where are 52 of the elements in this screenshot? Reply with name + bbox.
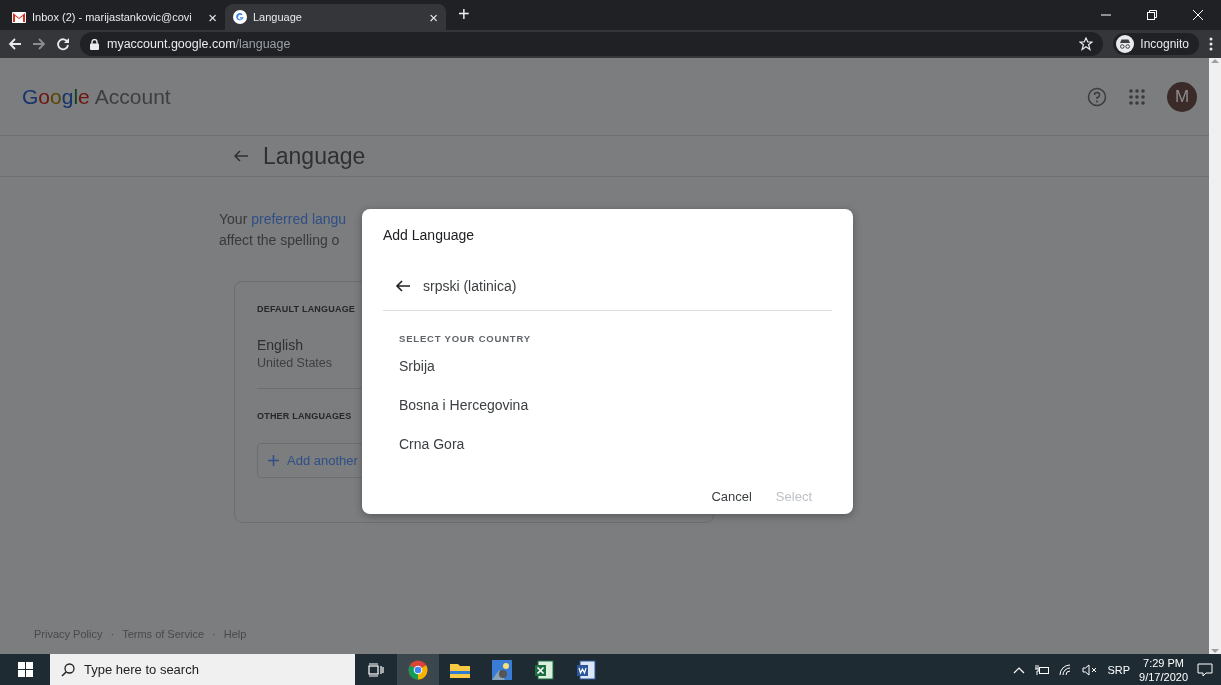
taskbar-clock[interactable]: 7:29 PM 9/17/2020	[1139, 655, 1188, 684]
incognito-icon	[1116, 35, 1135, 53]
back-arrow-icon[interactable]	[395, 278, 411, 293]
url-host: myaccount.google.com	[107, 37, 236, 51]
section-label: OTHER LANGUAGES	[257, 411, 352, 421]
reload-icon[interactable]	[56, 37, 70, 51]
account-label: Account	[94, 84, 171, 109]
kebab-menu-icon[interactable]	[1209, 37, 1213, 51]
document-app-icon[interactable]	[576, 659, 596, 680]
taskbar-search-field[interactable]: Type here to search	[50, 654, 355, 685]
folder-icon[interactable]	[450, 661, 470, 678]
lock-icon	[90, 38, 99, 50]
browser-tab[interactable]: Inbox (2) - marijastankovic@covi ×	[4, 4, 225, 30]
new-tab-button[interactable]: +	[458, 3, 470, 26]
separator-dot: ·	[212, 628, 216, 640]
battery-icon[interactable]	[1034, 663, 1051, 676]
muted-speaker-icon[interactable]	[1082, 663, 1099, 676]
mail-icon	[12, 11, 26, 23]
cancel-button[interactable]: Cancel	[701, 481, 762, 512]
help-icon[interactable]	[1087, 86, 1107, 107]
close-tab-button[interactable]: ×	[208, 8, 217, 26]
taskbar-app[interactable]	[397, 654, 439, 685]
plus-icon	[268, 455, 279, 466]
input-language[interactable]: SRP	[1107, 663, 1131, 676]
dialog-title: Add Language	[383, 227, 476, 243]
photo-app-icon[interactable]	[492, 659, 512, 680]
section-label: DEFAULT LANGUAGE	[257, 304, 356, 314]
section-label: SELECT YOUR COUNTRY	[399, 333, 532, 344]
separator-dot: ·	[110, 628, 115, 640]
windows-logo-icon[interactable]	[17, 662, 33, 677]
language-region: United States	[257, 356, 333, 370]
apps-grid-icon[interactable]	[1129, 88, 1145, 105]
close-tab-button[interactable]: ×	[429, 8, 438, 26]
chrome-icon[interactable]	[408, 659, 428, 680]
spreadsheet-app-icon[interactable]	[534, 659, 554, 680]
selected-language: srpski (latinica)	[423, 277, 517, 294]
forward-arrow-icon[interactable]	[32, 37, 46, 51]
incognito-profile-button[interactable]: Incognito	[1113, 33, 1199, 55]
account-avatar[interactable]: M	[1167, 81, 1197, 112]
url-path: /language	[235, 37, 291, 51]
chevron-up-icon[interactable]	[1013, 665, 1026, 674]
address-bar[interactable]: myaccount.google.com/language	[80, 32, 1104, 56]
task-view-icon[interactable]	[368, 662, 384, 677]
star-icon[interactable]	[1079, 37, 1094, 51]
browser-tab[interactable]: Language ×	[225, 4, 446, 30]
country-option[interactable]: Srbija	[383, 346, 832, 385]
google-g-icon	[233, 10, 247, 24]
country-option[interactable]: Bosna i Hercegovina	[383, 385, 832, 424]
language-name: English	[257, 337, 303, 353]
notification-icon[interactable]	[1197, 662, 1213, 677]
page-title: Language	[263, 142, 366, 170]
search-icon	[61, 663, 75, 677]
